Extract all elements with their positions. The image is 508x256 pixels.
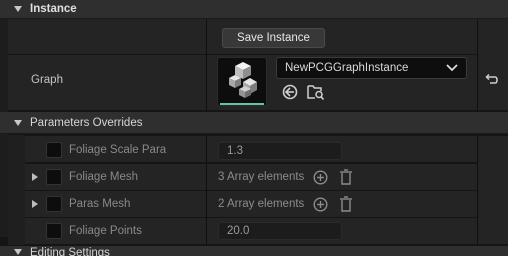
instance-category-header[interactable]: Instance [0,0,508,19]
column-divider [477,136,478,245]
param-label: Foliage Points [69,225,142,237]
collapse-arrow-icon[interactable] [14,249,22,255]
column-divider [206,136,207,245]
browse-asset-icon[interactable] [307,83,325,101]
reset-column [478,136,508,245]
editing-settings-header-title: Editing Settings [30,247,110,256]
save-instance-button[interactable]: Save Instance [222,28,325,48]
add-element-icon[interactable] [313,170,328,185]
number-value: 1.3 [227,145,243,157]
collapse-arrow-icon[interactable] [14,119,22,126]
array-count-text: 2 Array elements [218,198,305,210]
number-input[interactable]: 1.3 [218,142,342,160]
param-label: Paras Mesh [69,198,131,210]
chevron-down-icon [446,64,458,72]
asset-type-color-bar [220,103,264,105]
use-selected-asset-icon[interactable] [282,84,298,100]
expand-arrow-icon[interactable] [32,173,38,181]
parameters-header-title: Parameters Overrides [30,116,143,129]
number-value: 20.0 [227,225,250,237]
editing-settings-category-header[interactable]: Editing Settings [0,246,508,256]
array-count-text: 3 Array elements [218,171,305,183]
override-checkbox[interactable] [46,196,62,212]
reset-to-default-icon[interactable] [484,73,498,87]
parameters-category-header[interactable]: Parameters Overrides [0,112,508,134]
graph-asset-thumbnail[interactable] [217,57,267,106]
param-label: Foliage Mesh [69,171,139,183]
add-element-icon[interactable] [313,197,328,212]
override-checkbox[interactable] [46,142,62,158]
reset-column [478,19,508,111]
override-checkbox[interactable] [46,169,62,185]
override-checkbox[interactable] [46,223,62,239]
graph-asset-combo[interactable]: NewPCGGraphInstance [276,57,467,79]
indent-gutter [8,135,25,245]
cubes-icon [229,62,257,98]
graph-asset-name: NewPCGGraphInstance [285,62,409,74]
collapse-arrow-icon[interactable] [14,6,22,12]
column-divider [206,19,207,111]
instance-header-title: Instance [30,3,77,15]
graph-label: Graph [31,74,63,86]
param-label: Foliage Scale Para [69,144,167,156]
expand-arrow-icon[interactable] [32,200,38,208]
number-input[interactable]: 20.0 [218,222,342,240]
trash-icon[interactable] [339,169,353,185]
trash-icon[interactable] [339,196,353,212]
column-divider [477,19,478,111]
